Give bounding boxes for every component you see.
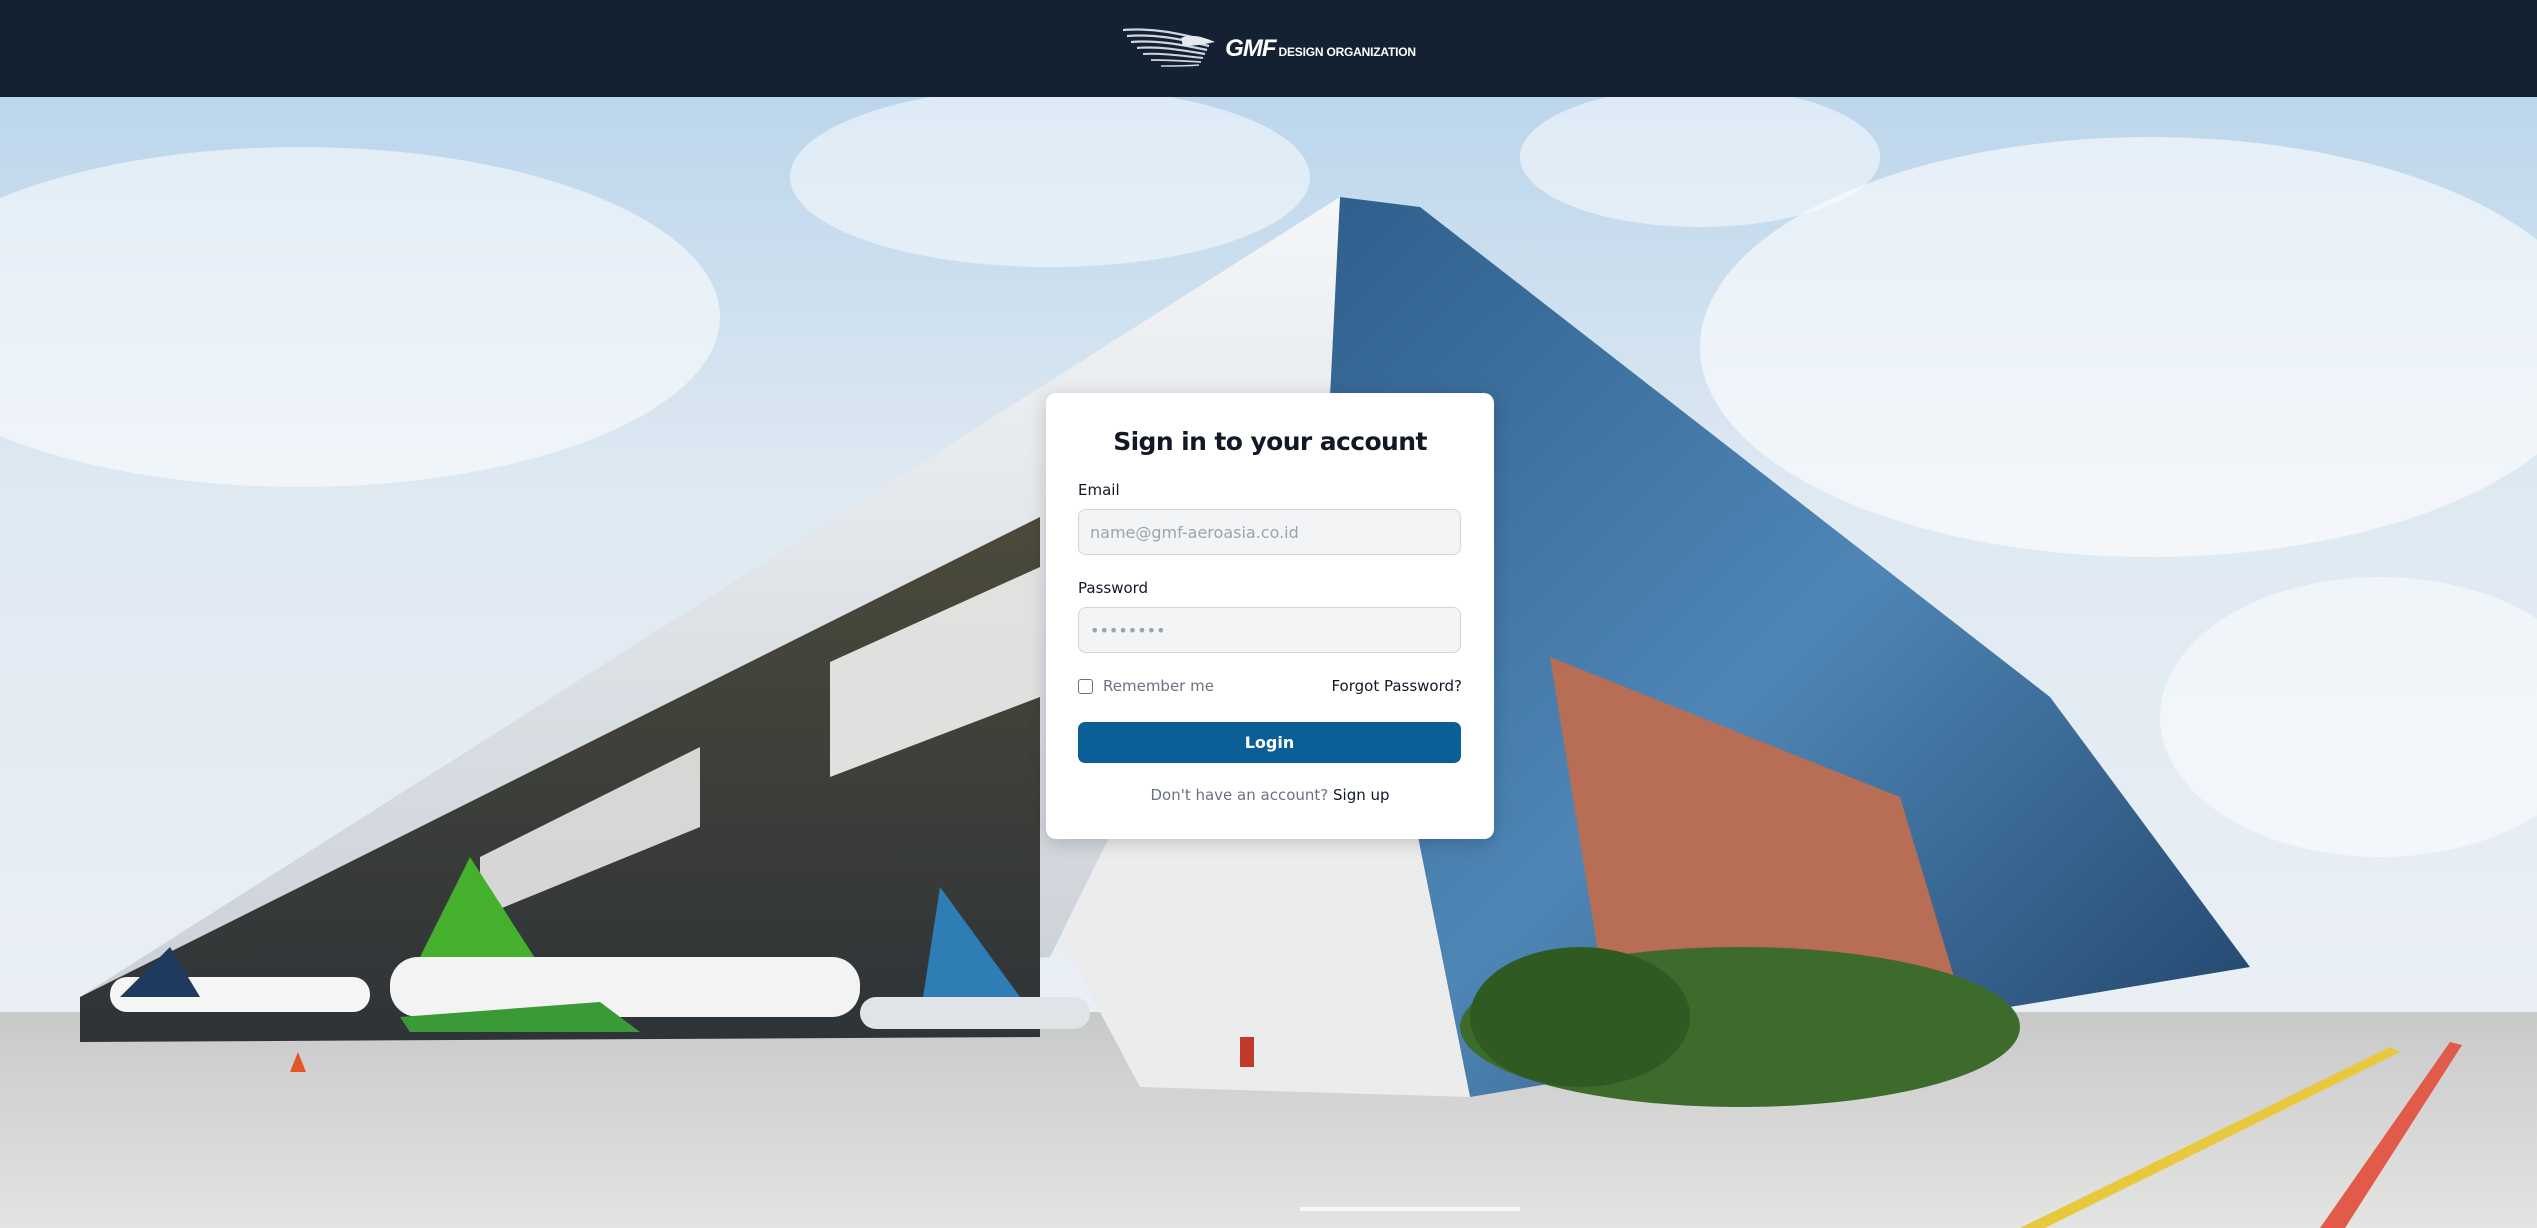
remember-me-row[interactable]: Remember me <box>1078 677 1214 695</box>
logo-subtitle: DESIGN ORGANIZATION <box>1278 44 1417 59</box>
logo-wordmark: GMF <box>1225 34 1276 62</box>
forgot-password-link[interactable]: Forgot Password? <box>1331 677 1462 695</box>
signup-link[interactable]: Sign up <box>1333 786 1390 804</box>
password-label: Password <box>1078 579 1149 597</box>
remember-me-label[interactable]: Remember me <box>1103 677 1214 695</box>
email-label: Email <box>1078 481 1120 499</box>
page-title: Sign in to your account <box>1113 427 1427 456</box>
signup-prompt: Don't have an account? <box>1150 786 1334 804</box>
signup-row: Don't have an account? Sign up <box>1046 786 1494 804</box>
password-field[interactable] <box>1078 607 1461 653</box>
brand-logo[interactable]: GMF DESIGN ORGANIZATION <box>1121 24 1416 74</box>
email-field[interactable] <box>1078 509 1461 555</box>
login-card: Sign in to your account Email Password R… <box>1046 393 1494 839</box>
top-header: GMF DESIGN ORGANIZATION <box>0 0 2537 97</box>
checkbox-icon[interactable] <box>1078 678 1093 694</box>
gmf-wing-logo-icon <box>1123 27 1216 67</box>
login-button[interactable]: Login <box>1078 722 1461 763</box>
